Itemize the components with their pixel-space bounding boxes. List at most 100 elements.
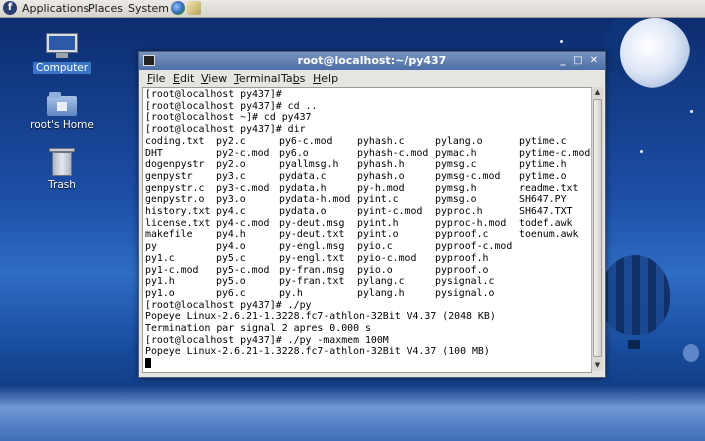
dir-listing-entry: py2.o: [216, 159, 246, 171]
dir-listing-entry: py-fran.txt: [279, 276, 345, 288]
dir-listing-entry: pyhash-c.mod: [357, 147, 429, 159]
dir-listing-entry: pylang.c: [357, 276, 405, 288]
cloud-layer: [0, 385, 705, 441]
trash-icon: [49, 146, 75, 176]
dir-listing-entry: pyhash.h: [357, 159, 405, 171]
dir-listing-entry: pyallmsg.h: [279, 159, 339, 171]
dir-listing-entry: py-fran.msg: [279, 264, 345, 276]
dir-listing-entry: toenum.awk: [519, 229, 579, 241]
dir-listing-entry: pyio-c.mod: [357, 252, 417, 264]
dir-listing-entry: py6.o: [279, 147, 309, 159]
home-folder-icon: [47, 92, 77, 116]
dir-listing-entry: py3-c.mod: [216, 182, 270, 194]
mail-icon[interactable]: [187, 1, 201, 15]
dir-listing-entry: pytime.o: [519, 170, 567, 182]
dir-listing-entry: pytime.c: [519, 135, 567, 147]
dir-listing-entry: py-engl.msg: [279, 241, 345, 253]
dir-listing-entry: pylang.h: [357, 287, 405, 299]
menu-view[interactable]: View: [201, 72, 227, 85]
dir-listing-entry: pydata.o: [279, 206, 327, 217]
dir-listing-entry: pydata.h: [279, 182, 327, 194]
terminal-line: Termination par signal 2 apres 0.000 s: [145, 323, 371, 334]
terminal-line: Popeye Linux-2.6.21-1.3228.fc7-athlon-32…: [145, 311, 496, 323]
dir-listing-entry: py-deut.txt: [279, 229, 345, 241]
dir-listing-entry: SH647.TXT: [519, 206, 573, 217]
star: [640, 150, 643, 153]
dir-listing-entry: pytime.h: [519, 159, 567, 171]
dir-listing-entry: pymac.h: [435, 147, 477, 159]
minimize-icon[interactable]: _: [557, 55, 569, 67]
text-cursor: [145, 358, 151, 369]
dir-listing-entry: py-engl.txt: [279, 252, 345, 264]
terminal-output[interactable]: [root@localhost py437]# [root@localhost p…: [142, 87, 592, 373]
menu-edit[interactable]: Edit: [173, 72, 194, 85]
dir-listing-entry: pymsg.c: [435, 159, 477, 171]
top-panel: f Applications Places System: [0, 0, 705, 18]
dir-listing-entry: history.txt: [145, 206, 211, 217]
menu-help[interactable]: Help: [313, 72, 338, 85]
web-browser-icon[interactable]: [171, 1, 185, 15]
dir-listing-entry: py: [145, 241, 157, 253]
scroll-down-icon[interactable]: ▼: [592, 360, 603, 371]
dir-listing-entry: py5.o: [216, 276, 246, 288]
system-menu[interactable]: System: [128, 1, 169, 16]
dir-listing-entry: pydata.c: [279, 170, 327, 182]
dir-listing-entry: pyint.h: [357, 217, 399, 229]
dir-listing-entry: py1.h: [145, 276, 175, 288]
balloon-basket-graphic: [628, 340, 640, 349]
terminal-line: [root@localhost py437]# ./py -maxmem 100…: [145, 334, 389, 346]
dir-listing-entry: SH647.PY: [519, 194, 567, 206]
window-titlebar[interactable]: root@localhost:~/py437 _ □ ✕: [139, 52, 605, 70]
terminal-cursor-line: [145, 358, 151, 371]
window-menubar: File Edit View Terminal Tabs Help: [139, 70, 605, 87]
dir-listing-entry: pyproof-c.mod: [435, 241, 513, 253]
maximize-icon[interactable]: □: [572, 55, 584, 67]
scroll-up-icon[interactable]: ▲: [592, 87, 603, 98]
dir-listing-entry: py1-c.mod: [145, 264, 199, 276]
close-icon[interactable]: ✕: [588, 55, 600, 67]
dir-listing-entry: py6-c.mod: [279, 135, 333, 147]
dir-listing-entry: py1.c: [145, 252, 175, 264]
scrollbar-thumb[interactable]: [593, 99, 602, 357]
terminal-line: [root@localhost ~]# cd py437: [145, 112, 312, 124]
dir-listing-entry: pyproof.c: [435, 229, 489, 241]
dir-listing-entry: py3.c: [216, 170, 246, 182]
dir-listing-entry: pyproof.o: [435, 264, 489, 276]
dir-listing-entry: genpystr: [145, 170, 193, 182]
dir-listing-entry: pytime-c.mod: [519, 147, 591, 159]
desktop-icon-home[interactable]: root's Home: [27, 92, 97, 131]
dir-listing-entry: pydata-h.mod: [279, 194, 351, 206]
dir-listing-entry: py-deut.msg: [279, 217, 345, 229]
hot-air-balloon-graphic: [600, 255, 670, 335]
dir-listing-entry: pyhash.o: [357, 170, 405, 182]
dir-listing-entry: py2.c: [216, 135, 246, 147]
dir-listing-entry: pyhash.c: [357, 135, 405, 147]
dir-listing-entry: pyint-c.mod: [357, 206, 423, 217]
dir-listing-entry: py4.c: [216, 206, 246, 217]
dir-listing-entry: pyproc-h.mod: [435, 217, 507, 229]
menu-terminal[interactable]: Terminal: [234, 72, 281, 85]
star: [690, 110, 693, 113]
desktop-icon-trash[interactable]: Trash: [27, 146, 97, 191]
dir-listing-entry: py2-c.mod: [216, 147, 270, 159]
dir-listing-entry: py6.c: [216, 287, 246, 299]
dir-listing-entry: pyio.c: [357, 241, 393, 253]
dir-listing-entry: pymsg.o: [435, 194, 477, 206]
terminal-line: [root@localhost py437]# cd ..: [145, 100, 318, 112]
dir-listing-entry: pymsg-c.mod: [435, 170, 501, 182]
dir-listing-entry: pyint.o: [357, 229, 399, 241]
fedora-logo-icon[interactable]: f: [3, 1, 17, 15]
applications-menu[interactable]: Applications: [22, 1, 89, 16]
menu-file[interactable]: File: [147, 72, 165, 85]
menu-tabs[interactable]: Tabs: [281, 72, 305, 85]
places-menu[interactable]: Places: [88, 1, 123, 16]
dir-listing-entry: pyproof.h: [435, 252, 489, 264]
dir-listing-entry: pyproc.h: [435, 206, 483, 217]
terminal-line: [root@localhost py437]# dir: [145, 124, 306, 136]
dir-listing-entry: genpystr.o: [145, 194, 205, 206]
moon-graphic: [620, 18, 690, 88]
terminal-line: Popeye Linux-2.6.21-1.3228.fc7-athlon-32…: [145, 346, 490, 358]
dir-listing-entry: py4.o: [216, 241, 246, 253]
desktop-icon-computer[interactable]: Computer: [27, 33, 97, 74]
terminal-scrollbar[interactable]: ▲ ▼: [591, 87, 603, 371]
